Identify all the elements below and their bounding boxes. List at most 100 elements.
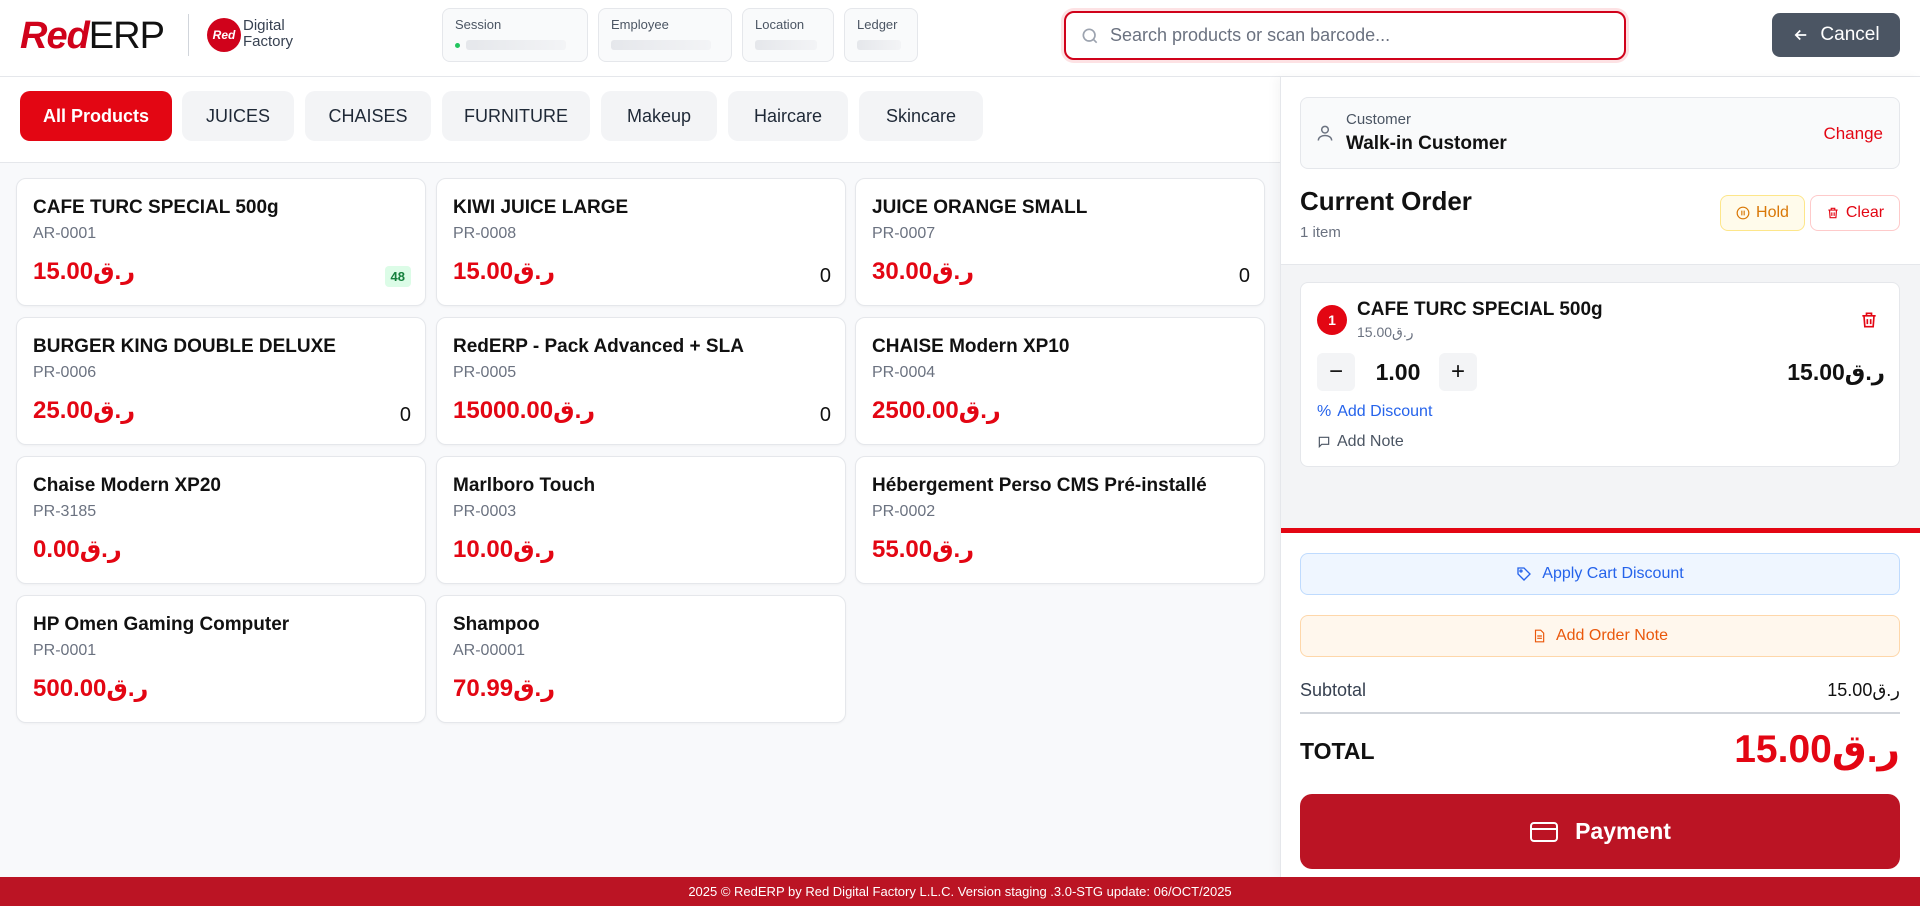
panel-divider — [1281, 528, 1920, 533]
clear-button[interactable]: Clear — [1810, 195, 1900, 231]
category-all-products[interactable]: All Products — [20, 91, 172, 141]
product-name: CAFE TURC SPECIAL 500g — [33, 197, 279, 218]
product-price: 15.00ر.ق — [33, 258, 136, 285]
product-card[interactable]: RedERP - Pack Advanced + SLA PR-0005 150… — [436, 317, 846, 445]
stock-count: 0 — [819, 404, 831, 426]
top-header: Red ERP Red Digital Factory Session Emplo… — [0, 0, 1920, 77]
add-order-note-button[interactable]: Add Order Note — [1300, 615, 1900, 657]
employee-info[interactable]: Employee — [598, 8, 732, 62]
product-code: PR-0006 — [33, 364, 97, 381]
line-item-total: 15.00ر.ق — [1787, 359, 1885, 385]
search-box[interactable] — [1064, 11, 1626, 60]
ledger-label: Ledger — [857, 17, 898, 32]
product-name: CHAISE Modern XP10 — [872, 336, 1070, 357]
search-input[interactable] — [1110, 25, 1610, 46]
product-name: BURGER KING DOUBLE DELUXE — [33, 336, 336, 357]
tag-icon — [1517, 567, 1532, 581]
product-code: PR-0008 — [453, 225, 517, 242]
category-chaises[interactable]: CHAISES — [305, 91, 431, 141]
product-code: PR-3185 — [33, 503, 97, 520]
partner-line-2: Factory — [243, 33, 294, 50]
decrease-quantity-button[interactable]: − — [1317, 353, 1355, 391]
line-item-unit-price: 15.00ر.ق — [1357, 324, 1414, 340]
product-name: Shampoo — [453, 614, 540, 635]
hold-label: Hold — [1756, 204, 1789, 221]
product-code: PR-0002 — [872, 503, 936, 520]
category-furniture[interactable]: FURNITURE — [442, 91, 590, 141]
add-note-label: Add Note — [1337, 433, 1404, 450]
cancel-button[interactable]: Cancel — [1772, 13, 1900, 57]
logo-erp-text: ERP — [88, 14, 165, 57]
product-name: Chaise Modern XP20 — [33, 475, 221, 496]
session-label: Session — [455, 17, 502, 32]
product-name: RedERP - Pack Advanced + SLA — [453, 336, 744, 357]
user-icon — [1317, 125, 1333, 141]
total-value: 15.00ر.ق — [1734, 728, 1900, 771]
quantity-value[interactable]: 1.00 — [1361, 359, 1435, 386]
increase-quantity-button[interactable]: + — [1439, 353, 1477, 391]
product-code: PR-0004 — [872, 364, 936, 381]
customer-name: Walk-in Customer — [1346, 133, 1507, 154]
subtotal-value: 15.00ر.ق — [1827, 680, 1900, 700]
product-code: PR-0001 — [33, 642, 97, 659]
add-discount-label: Add Discount — [1337, 403, 1433, 420]
total-label: TOTAL — [1300, 738, 1375, 764]
location-value — [755, 40, 817, 50]
partner-line-1: Digital — [243, 17, 285, 34]
category-juices[interactable]: JUICES — [182, 91, 294, 141]
product-card[interactable]: Marlboro Touch PR-0003 10.00ر.ق — [436, 456, 846, 584]
digital-factory-text: Digital Factory — [243, 18, 293, 50]
subtotal-label: Subtotal — [1300, 680, 1367, 700]
product-card[interactable]: JUICE ORANGE SMALL PR-0007 30.00ر.ق 0 — [855, 178, 1265, 306]
rederp-logo: Red ERP — [20, 14, 165, 57]
product-card[interactable]: CHAISE Modern XP10 PR-0004 2500.00ر.ق — [855, 317, 1265, 445]
product-code: AR-0001 — [33, 225, 97, 242]
product-price: 500.00ر.ق — [33, 675, 149, 702]
category-haircare[interactable]: Haircare — [728, 91, 848, 141]
clear-label: Clear — [1845, 204, 1885, 221]
add-discount-link[interactable]: % Add Discount — [1317, 403, 1432, 421]
product-card[interactable]: HP Omen Gaming Computer PR-0001 500.00ر.… — [16, 595, 426, 723]
percent-icon: % — [1317, 403, 1332, 420]
apply-cart-discount-button[interactable]: Apply Cart Discount — [1300, 553, 1900, 595]
product-code: PR-0007 — [872, 225, 936, 242]
credit-card-icon — [1530, 821, 1559, 842]
change-customer-link[interactable]: Change — [1823, 124, 1883, 144]
trash-icon[interactable] — [1859, 309, 1879, 331]
pause-circle-icon — [1736, 206, 1750, 220]
order-title: Current Order — [1300, 186, 1472, 216]
session-info[interactable]: Session — [442, 8, 588, 62]
stock-count: 0 — [819, 265, 831, 287]
category-skincare[interactable]: Skincare — [859, 91, 983, 141]
product-card[interactable]: Hébergement Perso CMS Pré-installé PR-00… — [855, 456, 1265, 584]
product-card[interactable]: Chaise Modern XP20 PR-3185 0.00ر.ق — [16, 456, 426, 584]
arrow-left-icon — [1795, 29, 1807, 41]
search-icon — [1082, 28, 1098, 43]
product-name: Hébergement Perso CMS Pré-installé — [872, 475, 1207, 496]
product-card[interactable]: CAFE TURC SPECIAL 500g AR-0001 15.00ر.ق … — [16, 178, 426, 306]
product-card[interactable]: Shampoo AR-00001 70.99ر.ق — [436, 595, 846, 723]
line-item-index: 1 — [1317, 305, 1347, 335]
ledger-info[interactable]: Ledger — [844, 8, 918, 62]
product-card[interactable]: BURGER KING DOUBLE DELUXE PR-0006 25.00ر… — [16, 317, 426, 445]
comment-icon — [1318, 436, 1330, 449]
customer-label: Customer — [1346, 111, 1412, 128]
product-code: AR-00001 — [453, 642, 526, 659]
customer-selector[interactable]: Customer Walk-in Customer Change — [1300, 97, 1900, 169]
digital-factory-logo: Red — [207, 18, 241, 52]
product-price: 70.99ر.ق — [453, 675, 556, 702]
product-card[interactable]: KIWI JUICE LARGE PR-0008 15.00ر.ق 0 — [436, 178, 846, 306]
order-note-label: Add Order Note — [1555, 627, 1669, 644]
session-status-dot — [455, 42, 460, 48]
payment-button[interactable]: Payment — [1300, 794, 1900, 869]
logo-divider — [188, 14, 189, 56]
category-makeup[interactable]: Makeup — [601, 91, 717, 141]
add-note-link[interactable]: Add Note — [1317, 433, 1404, 451]
cancel-label: Cancel — [1820, 24, 1880, 45]
location-info[interactable]: Location — [742, 8, 834, 62]
product-price: 30.00ر.ق — [872, 258, 975, 285]
hold-button[interactable]: Hold — [1720, 195, 1805, 231]
employee-label: Employee — [611, 17, 669, 32]
footer: 2025 © RedERP by Red Digital Factory L.L… — [0, 877, 1920, 906]
order-line-item: 1 CAFE TURC SPECIAL 500g 15.00ر.ق − 1.00… — [1300, 282, 1900, 467]
